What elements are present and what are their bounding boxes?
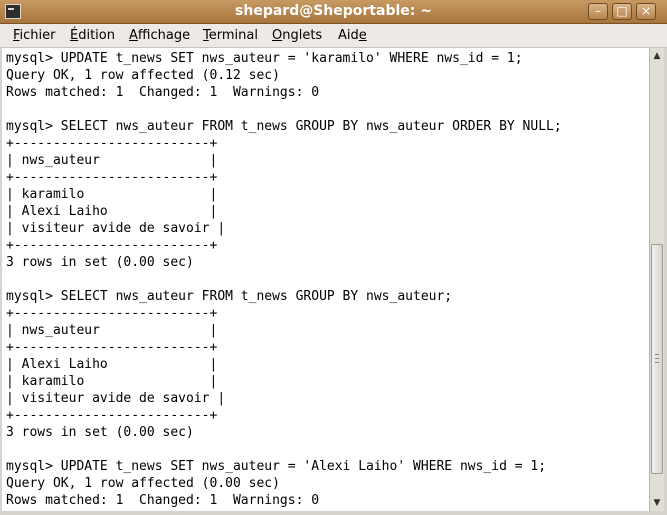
menu-terminal[interactable]: Terminal [203, 28, 258, 43]
terminal-line: +-------------------------+ [6, 306, 218, 321]
terminal-line: | nws_auteur | [6, 323, 218, 338]
terminal-line: Query OK, 1 row affected (0.12 sec) [6, 68, 280, 83]
terminal-line: mysql> UPDATE t_news SET nws_auteur = 'k… [6, 51, 523, 66]
menu-bar: Fichier Édition Affichage Terminal Ongle… [0, 24, 667, 48]
terminal-line: Rows matched: 1 Changed: 1 Warnings: 0 [6, 493, 320, 508]
menu-affichage[interactable]: Affichage [129, 28, 190, 43]
terminal-line: mysql> UPDATE t_news SET nws_auteur = 'A… [6, 459, 547, 474]
terminal-line: +-------------------------+ [6, 170, 218, 185]
terminal-line: | nws_auteur | [6, 153, 218, 168]
terminal-output: mysql> UPDATE t_news SET nws_auteur = 'k… [2, 48, 649, 509]
terminal-line: +-------------------------+ [6, 408, 218, 423]
menu-fichier[interactable]: Fichier [13, 28, 56, 43]
scroll-down-arrow-icon[interactable]: ▼ [651, 496, 663, 510]
terminal-line: | karamilo | [6, 187, 218, 202]
menu-edition[interactable]: Édition [70, 28, 115, 43]
terminal-line: | visiteur avide de savoir | [6, 221, 226, 236]
title-bar[interactable]: shepard@Sheportable: ~ – □ × [0, 0, 667, 24]
window-bottom-edge [0, 511, 667, 515]
close-button[interactable]: × [636, 3, 656, 20]
scrollbar-thumb[interactable] [651, 244, 663, 474]
menu-aide[interactable]: Aide [338, 28, 367, 43]
maximize-button[interactable]: □ [612, 3, 632, 20]
terminal-output-area[interactable]: mysql> UPDATE t_news SET nws_auteur = 'k… [2, 48, 649, 511]
scroll-up-arrow-icon[interactable]: ▲ [651, 49, 663, 63]
terminal-line: | karamilo | [6, 374, 218, 389]
window-title: shepard@Sheportable: ~ [235, 3, 432, 19]
vertical-scrollbar[interactable]: ▲ ▼ [649, 48, 664, 511]
terminal-line: +-------------------------+ [6, 136, 218, 151]
terminal-line: | visiteur avide de savoir | [6, 391, 226, 406]
grip-icon [655, 354, 659, 363]
terminal-line: 3 rows in set (0.00 sec) [6, 255, 194, 270]
terminal-line: mysql> SELECT nws_auteur FROM t_news GRO… [6, 289, 453, 304]
terminal-line: | Alexi Laiho | [6, 357, 218, 372]
terminal-line: 3 rows in set (0.00 sec) [6, 425, 194, 440]
terminal-window: shepard@Sheportable: ~ – □ × Fichier Édi… [0, 0, 667, 515]
minimize-button[interactable]: – [588, 3, 608, 20]
terminal-line: mysql> SELECT nws_auteur FROM t_news GRO… [6, 119, 562, 134]
terminal-line: Rows matched: 1 Changed: 1 Warnings: 0 [6, 85, 320, 100]
terminal-line: | Alexi Laiho | [6, 204, 218, 219]
terminal-line: Query OK, 1 row affected (0.00 sec) [6, 476, 280, 491]
terminal-line: +-------------------------+ [6, 238, 218, 253]
menu-onglets[interactable]: Onglets [272, 28, 322, 43]
terminal-line: +-------------------------+ [6, 340, 218, 355]
